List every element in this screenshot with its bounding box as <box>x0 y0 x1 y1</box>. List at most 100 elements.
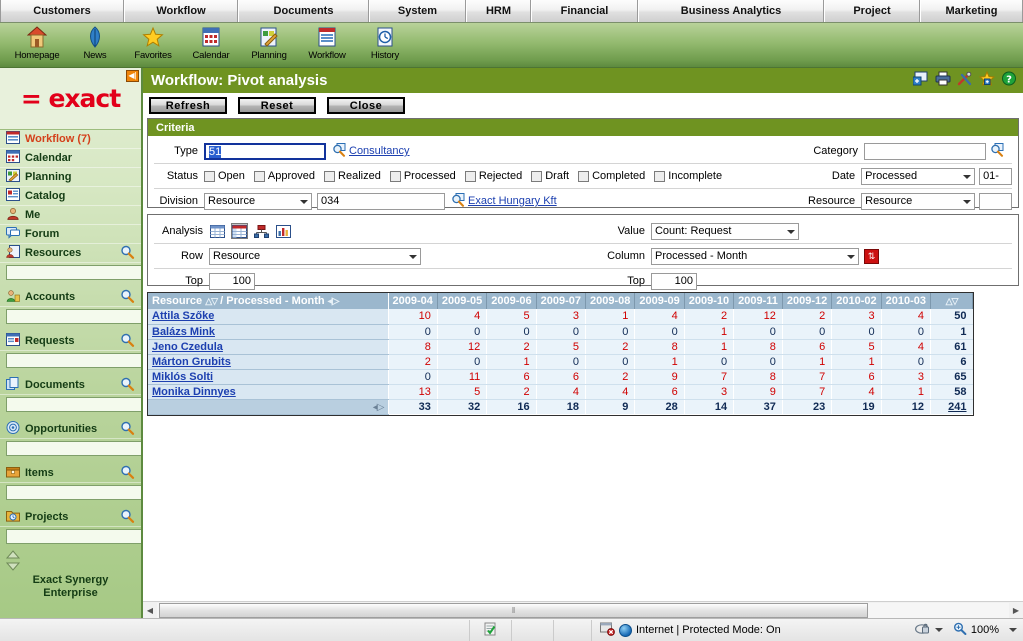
pivot-cell[interactable]: 5 <box>436 384 487 400</box>
scroll-right-arrow[interactable]: ▶ <box>1009 603 1023 618</box>
pivot-cell[interactable]: 6 <box>781 339 832 355</box>
module-tab-project[interactable]: Project <box>824 0 920 22</box>
column-top-input[interactable]: 100 <box>650 272 697 290</box>
pivot-cell[interactable]: 0 <box>880 324 931 340</box>
pivot-cell[interactable]: 0 <box>486 324 537 340</box>
pivot-col-header[interactable]: 2009-06 <box>486 293 537 309</box>
resource-select[interactable]: Resource <box>861 192 976 210</box>
pivot-cell[interactable]: 1 <box>584 309 635 325</box>
status-checkbox-incomplete[interactable]: Incomplete <box>654 170 722 182</box>
popup-blocked-icon[interactable] <box>600 622 615 639</box>
sort-arrows-row[interactable]: △▽ <box>205 296 218 307</box>
pivot-cell[interactable]: 0 <box>733 354 783 370</box>
pivot-cell[interactable]: 4 <box>634 309 685 325</box>
pivot-cell[interactable]: 7 <box>781 384 832 400</box>
date-type-select[interactable]: Processed <box>861 167 976 185</box>
pivot-cell[interactable]: 0 <box>436 324 487 340</box>
search-input[interactable] <box>6 265 141 280</box>
pivot-col-header[interactable]: 2009-11 <box>733 293 783 309</box>
module-tab-system[interactable]: System <box>369 0 466 22</box>
zoom-control[interactable]: 100% <box>914 622 1023 639</box>
shortcut-calendar[interactable]: Calendar <box>182 23 240 61</box>
pivot-cell[interactable]: 4 <box>584 384 635 400</box>
pivot-col-header[interactable]: 2009-10 <box>683 293 735 309</box>
pivot-cell[interactable]: 3 <box>880 369 931 385</box>
refresh-button[interactable]: Refresh <box>149 97 227 114</box>
search-input[interactable] <box>6 397 141 412</box>
module-tab-customers[interactable]: Customers <box>0 0 124 22</box>
pivot-cell[interactable]: 1 <box>683 339 734 355</box>
search-input[interactable] <box>6 441 141 456</box>
pivot-cell[interactable]: 8 <box>733 339 783 355</box>
pivot-cell[interactable]: 4 <box>880 339 931 355</box>
category-input[interactable] <box>864 142 986 160</box>
search-input[interactable] <box>6 485 141 500</box>
pivot-cell[interactable]: 2 <box>584 369 635 385</box>
pivot-cell[interactable]: 9 <box>733 384 783 400</box>
task-icon[interactable] <box>483 622 498 639</box>
search-magnifier-icon[interactable] <box>120 465 135 482</box>
sidebar-item-workflow[interactable]: Workflow (7) <box>0 130 141 149</box>
pivot-col-header[interactable]: 2009-08 <box>584 293 636 309</box>
division-select[interactable]: Resource <box>204 192 312 210</box>
pivot-cell[interactable]: 0 <box>387 369 438 385</box>
pivot-view-icon[interactable] <box>231 223 248 239</box>
tools-icon[interactable] <box>957 71 973 89</box>
pivot-cell[interactable]: 1 <box>634 354 685 370</box>
pivot-cell[interactable]: 2 <box>683 309 734 325</box>
resource-link[interactable]: Balázs Mink <box>152 326 215 338</box>
resource-link[interactable]: Jeno Czedula <box>152 341 223 353</box>
shortcut-homepage[interactable]: Homepage <box>8 23 66 61</box>
pivot-col-header[interactable]: 2009-12 <box>781 293 833 309</box>
pivot-cell[interactable]: 5 <box>535 339 586 355</box>
swap-axes-icon[interactable]: ⇅ <box>863 248 879 264</box>
search-magnifier-icon[interactable] <box>120 509 135 526</box>
resource-link[interactable]: Monika Dinnyes <box>152 386 236 398</box>
row-select[interactable]: Resource <box>209 247 421 265</box>
pivot-cell[interactable]: 3 <box>683 384 734 400</box>
division-code-input[interactable]: 034 <box>317 192 445 210</box>
row-nav-arrows[interactable]: ◂▷ <box>373 402 385 413</box>
shortcut-planning[interactable]: Planning <box>240 23 298 61</box>
pivot-cell[interactable]: 1 <box>831 354 882 370</box>
sidebar-item-requests[interactable]: Requests <box>0 332 141 351</box>
module-tab-documents[interactable]: Documents <box>238 0 369 22</box>
pivot-cell[interactable]: 0 <box>584 354 635 370</box>
status-checkbox-open[interactable]: Open <box>204 170 245 182</box>
close-button[interactable]: Close <box>327 97 405 114</box>
sidebar-scroll-arrows[interactable] <box>0 548 141 575</box>
pivot-cell[interactable]: 4 <box>436 309 487 325</box>
pivot-cell[interactable]: 2 <box>486 339 537 355</box>
search-input[interactable] <box>6 353 141 368</box>
search-magnifier-icon[interactable] <box>120 245 135 262</box>
zoom-dropdown-caret[interactable] <box>1009 628 1017 632</box>
pivot-cell[interactable]: 0 <box>733 324 783 340</box>
status-checkbox-draft[interactable]: Draft <box>531 170 569 182</box>
pivot-cell[interactable]: 10 <box>387 309 438 325</box>
add-favorite-icon[interactable] <box>978 70 996 89</box>
column-nav-arrows[interactable]: ◂▷ <box>328 296 340 307</box>
shortcut-workflow[interactable]: Workflow <box>298 23 356 61</box>
pivot-cell[interactable]: 12 <box>436 339 487 355</box>
pivot-cell[interactable]: 4 <box>880 309 931 325</box>
pivot-col-header[interactable]: 2009-07 <box>535 293 587 309</box>
status-checkbox-approved[interactable]: Approved <box>253 170 315 182</box>
pivot-cell[interactable]: 2 <box>387 354 438 370</box>
pivot-cell[interactable]: 13 <box>387 384 438 400</box>
pivot-cell[interactable]: 1 <box>880 384 931 400</box>
tree-view-icon[interactable] <box>253 223 270 239</box>
resource-value-input[interactable] <box>979 192 1012 210</box>
reset-button[interactable]: Reset <box>238 97 316 114</box>
pivot-cell[interactable]: 8 <box>733 369 783 385</box>
module-tab-hrm[interactable]: HRM <box>466 0 531 22</box>
pivot-cell[interactable]: 6 <box>634 384 685 400</box>
help-icon[interactable]: ? <box>1001 71 1017 89</box>
pivot-cell[interactable]: 6 <box>831 369 882 385</box>
pivot-cell[interactable]: 2 <box>486 384 537 400</box>
shortcut-favorites[interactable]: Favorites <box>124 23 182 61</box>
category-lookup-icon[interactable] <box>990 142 1005 160</box>
column-select[interactable]: Processed - Month <box>650 247 859 265</box>
pivot-cell[interactable]: 4 <box>831 384 882 400</box>
sidebar-item-catalog[interactable]: Catalog <box>0 187 141 206</box>
pivot-col-header[interactable]: 2010-03 <box>880 293 932 309</box>
